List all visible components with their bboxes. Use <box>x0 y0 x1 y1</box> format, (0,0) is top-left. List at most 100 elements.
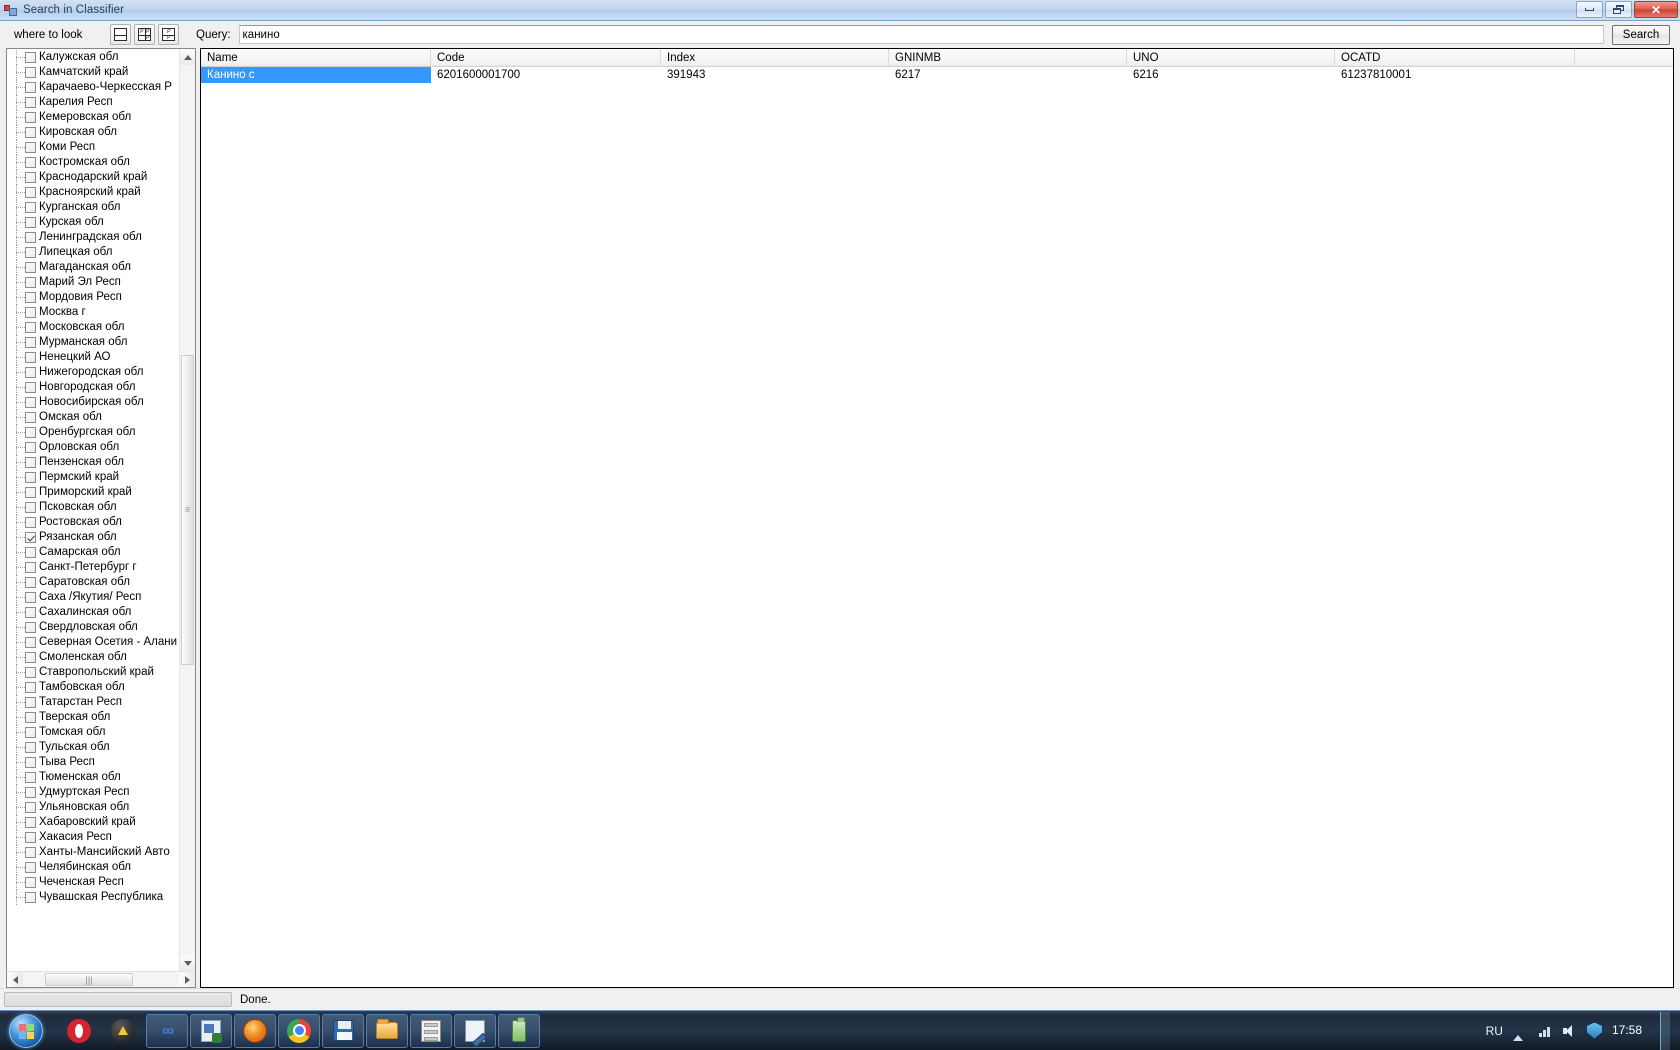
tree-item[interactable]: Ульяновская обл <box>7 800 179 815</box>
tree-item[interactable]: Ленинградская обл <box>7 230 179 245</box>
tree-item[interactable]: Кемеровская обл <box>7 110 179 125</box>
tree-checkbox[interactable] <box>25 697 36 708</box>
tree-item[interactable]: Пензенская обл <box>7 455 179 470</box>
tree-vertical-scrollbar[interactable] <box>179 49 195 971</box>
tree-checkbox[interactable] <box>25 322 36 333</box>
grid-column-header[interactable]: Name <box>201 49 431 66</box>
tree-item[interactable]: Татарстан Респ <box>7 695 179 710</box>
table-row[interactable]: Канино с 6201600001700 391943 6217 6216 61237… <box>201 67 1673 83</box>
tree-checkbox[interactable] <box>25 382 36 393</box>
tree-item[interactable]: Хакасия Респ <box>7 830 179 845</box>
taskbar-database[interactable] <box>410 1013 452 1048</box>
tree-item[interactable]: Самарская обл <box>7 545 179 560</box>
search-input[interactable] <box>238 25 1604 44</box>
tree-item[interactable]: Калужская обл <box>7 50 179 65</box>
tree-checkbox[interactable] <box>25 127 36 138</box>
tree-item[interactable]: Ростовская обл <box>7 515 179 530</box>
tree-item[interactable]: Челябинская обл <box>7 860 179 875</box>
tree-item[interactable]: Кировская обл <box>7 125 179 140</box>
scroll-right-arrow-icon[interactable] <box>179 972 195 987</box>
tree-checkbox[interactable] <box>25 787 36 798</box>
minimize-button[interactable] <box>1576 1 1603 18</box>
tree-checkbox[interactable] <box>25 412 36 423</box>
tree-item[interactable]: Ненецкий АО <box>7 350 179 365</box>
tree-checkbox[interactable] <box>25 367 36 378</box>
tree-checkbox[interactable] <box>25 472 36 483</box>
language-indicator[interactable]: RU <box>1486 1024 1503 1038</box>
tree-item[interactable]: Карачаево-Черкесская Р <box>7 80 179 95</box>
tree-checkbox[interactable] <box>25 427 36 438</box>
network-icon[interactable] <box>1538 1025 1553 1037</box>
scroll-up-arrow-icon[interactable] <box>180 49 195 65</box>
start-button[interactable] <box>2 1013 50 1049</box>
tree-checkbox[interactable] <box>25 877 36 888</box>
tree-item[interactable]: Саратовская обл <box>7 575 179 590</box>
tree-item[interactable]: Удмуртская Респ <box>7 785 179 800</box>
tree-checkbox[interactable] <box>25 457 36 468</box>
tree-item[interactable]: Карелия Респ <box>7 95 179 110</box>
tree-checkbox[interactable] <box>25 247 36 258</box>
tree-checkbox[interactable] <box>25 592 36 603</box>
tree-item[interactable]: Новосибирская обл <box>7 395 179 410</box>
tree-checkbox[interactable] <box>25 157 36 168</box>
tree-item[interactable]: Коми Респ <box>7 140 179 155</box>
tree-checkbox[interactable] <box>25 862 36 873</box>
tree-checkbox[interactable] <box>25 67 36 78</box>
taskbar-editor[interactable] <box>454 1013 496 1048</box>
tree-checkbox[interactable] <box>25 832 36 843</box>
tree-item[interactable]: Курганская обл <box>7 200 179 215</box>
grid-body[interactable]: Канино с 6201600001700 391943 6217 6216 61237… <box>201 67 1673 987</box>
tree-item[interactable]: Москва г <box>7 305 179 320</box>
tree-item[interactable]: Пермский край <box>7 470 179 485</box>
tree-item[interactable]: Чеченская Респ <box>7 875 179 890</box>
tree-checkbox[interactable] <box>25 202 36 213</box>
tree-checkbox[interactable] <box>25 517 36 528</box>
layout-vertical-split-button[interactable] <box>110 24 131 45</box>
grid-column-header[interactable]: UNO <box>1127 49 1335 66</box>
tree-item[interactable]: Приморский край <box>7 485 179 500</box>
tree-checkbox[interactable] <box>25 757 36 768</box>
tree-item[interactable]: Санкт-Петербург г <box>7 560 179 575</box>
tree-item[interactable]: Омская обл <box>7 410 179 425</box>
taskbar-opera[interactable] <box>58 1014 100 1048</box>
tree-hscroll-thumb[interactable]: ||| <box>45 973 133 986</box>
tree-checkbox[interactable] <box>25 142 36 153</box>
tree-item[interactable]: Северная Осетия - Алани <box>7 635 179 650</box>
tree-checkbox[interactable] <box>25 562 36 573</box>
taskbar-explorer[interactable] <box>366 1013 408 1048</box>
taskbar-save[interactable] <box>322 1013 364 1048</box>
tree-item[interactable]: Нижегородская обл <box>7 365 179 380</box>
tree-checkbox[interactable] <box>25 337 36 348</box>
tree-item[interactable]: Красноярский край <box>7 185 179 200</box>
tree-checkbox[interactable] <box>25 502 36 513</box>
taskbar-infinity[interactable]: ∞ <box>146 1013 188 1048</box>
tree-checkbox[interactable] <box>25 637 36 648</box>
tree-item[interactable]: Краснодарский край <box>7 170 179 185</box>
tree-horizontal-scrollbar[interactable]: ||| <box>7 971 195 987</box>
tree-item[interactable]: Свердловская обл <box>7 620 179 635</box>
tree-checkbox[interactable] <box>25 187 36 198</box>
tree-checkbox[interactable] <box>25 667 36 678</box>
tree-checkbox[interactable] <box>25 727 36 738</box>
tree-checkbox[interactable] <box>25 352 36 363</box>
tree-checkbox[interactable] <box>25 97 36 108</box>
tree-item[interactable]: Курская обл <box>7 215 179 230</box>
tree-checkbox[interactable] <box>25 52 36 63</box>
tree-item[interactable]: Новгородская обл <box>7 380 179 395</box>
taskbar-document[interactable] <box>190 1013 232 1048</box>
tree-checkbox[interactable] <box>25 172 36 183</box>
grid-column-header[interactable]: OCATD <box>1335 49 1575 66</box>
tree-checkbox[interactable] <box>25 232 36 243</box>
layout-quad-split-button[interactable]: P P P <box>134 24 155 45</box>
tree-checkbox[interactable] <box>25 892 36 903</box>
taskbar-amule[interactable] <box>102 1014 144 1048</box>
tree-checkbox[interactable] <box>25 112 36 123</box>
scroll-left-arrow-icon[interactable] <box>7 972 23 987</box>
tree-item[interactable]: Смоленская обл <box>7 650 179 665</box>
grid-column-header[interactable]: GNINMB <box>889 49 1127 66</box>
tree-checkbox[interactable] <box>25 307 36 318</box>
tree-checkbox[interactable] <box>25 607 36 618</box>
tree-vscroll-thumb[interactable] <box>181 355 194 665</box>
show-desktop-button[interactable] <box>1660 1011 1670 1050</box>
tree-checkbox[interactable] <box>25 847 36 858</box>
